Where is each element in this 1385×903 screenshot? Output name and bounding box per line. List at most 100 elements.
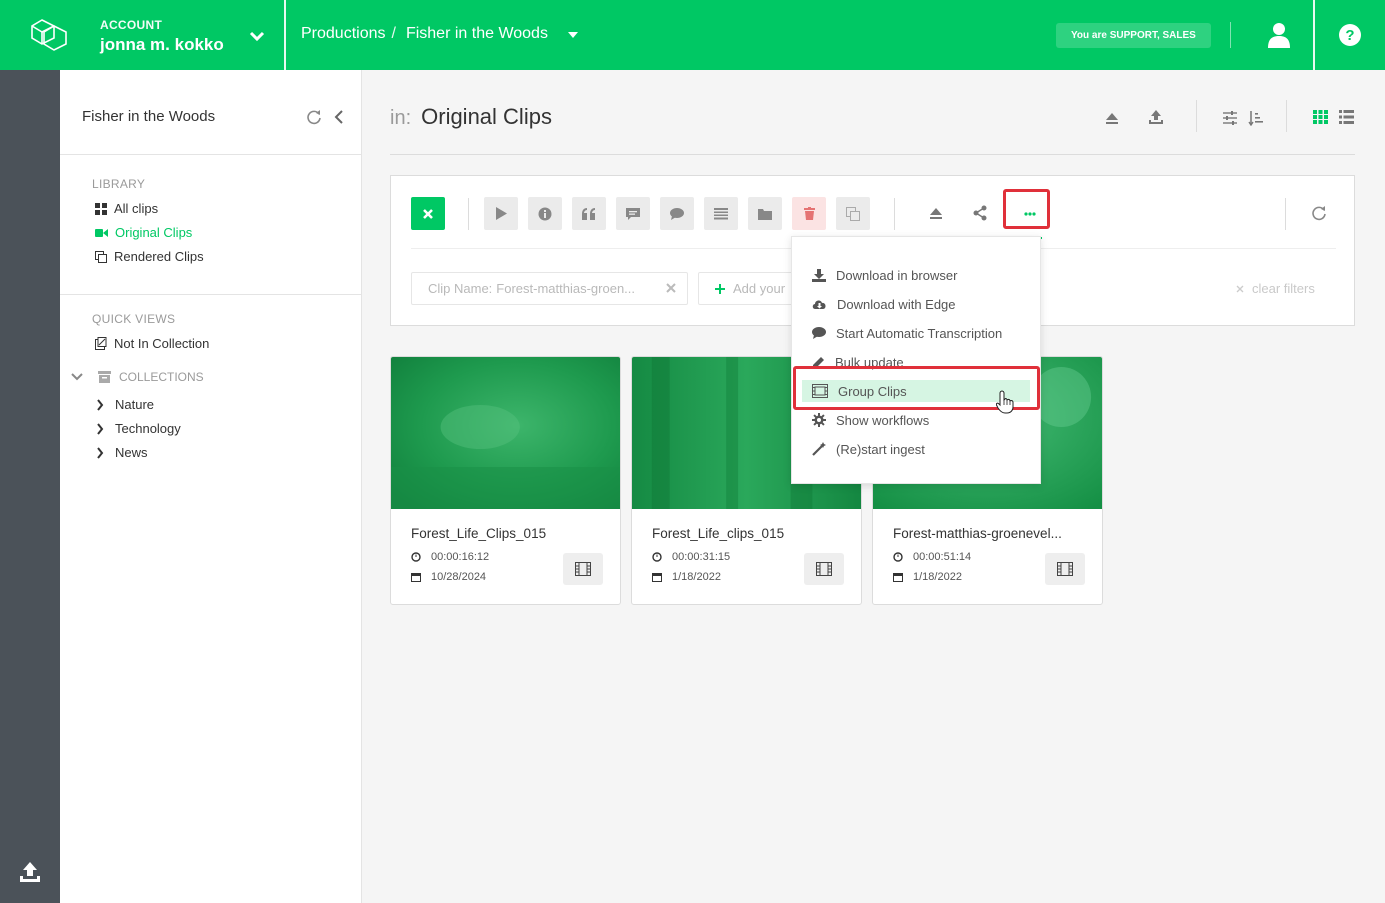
caret-down-icon[interactable] <box>567 32 578 38</box>
menu-item-start-automatic-transcription[interactable]: Start Automatic Transcription <box>812 322 1002 344</box>
toolbar-divider <box>1196 100 1197 132</box>
breadcrumb-current[interactable]: Fisher in the Woods <box>406 25 548 43</box>
clip-thumbnail[interactable] <box>391 357 620 509</box>
menu-item-label: (Re)start ingest <box>836 441 925 457</box>
chevron-down-icon[interactable] <box>70 372 84 382</box>
calendar-icon <box>893 573 903 582</box>
collection-item-news[interactable]: News <box>96 445 148 460</box>
grid-icon <box>95 202 107 215</box>
clip-date-value: 1/18/2022 <box>913 571 962 583</box>
help-icon[interactable]: ? <box>1338 23 1362 47</box>
left-rail <box>0 70 60 903</box>
page-title: in: Original Clips <box>390 104 552 130</box>
sidebar-title: Fisher in the Woods <box>82 108 216 125</box>
account-selector[interactable]: ACCOUNT jonna m. kokko <box>100 18 224 55</box>
menu-item-label: Download with Edge <box>837 296 956 312</box>
clip-date-value: 10/28/2024 <box>431 571 487 583</box>
sidebar-item-label: All clips <box>114 201 159 216</box>
eject-icon[interactable] <box>928 205 944 221</box>
clip-duration: 00:00:51:14 <box>893 551 971 563</box>
info-icon <box>538 207 552 220</box>
sidebar-item-label: Not In Collection <box>114 336 210 351</box>
chevron-right-icon[interactable] <box>96 422 104 435</box>
svg-text:?: ? <box>1345 27 1354 44</box>
plus-icon <box>715 283 725 294</box>
sidebar-item-all-clips[interactable]: All clips <box>95 201 158 216</box>
collections-header[interactable]: COLLECTIONS <box>70 370 204 384</box>
user-icon[interactable] <box>1267 22 1291 48</box>
grid-view-icon[interactable] <box>1313 110 1328 124</box>
info-button[interactable] <box>528 197 562 230</box>
filter-chip-clip-name[interactable]: Clip Name: Forest-matthias-groen... <box>411 272 688 305</box>
calendar-icon <box>411 573 421 582</box>
refresh-icon[interactable] <box>1311 205 1327 221</box>
clip-film-button[interactable] <box>804 553 844 585</box>
not-in-collection-icon <box>95 337 107 350</box>
chevron-left-icon[interactable] <box>332 109 346 125</box>
menu-item-download-in-browser[interactable]: Download in browser <box>812 264 957 286</box>
collections-label: COLLECTIONS <box>119 370 204 384</box>
menu-item-restart-ingest[interactable]: (Re)start ingest <box>812 438 925 460</box>
breadcrumb-productions[interactable]: Productions <box>301 25 386 43</box>
play-button[interactable] <box>484 197 518 230</box>
menu-item-show-workflows[interactable]: Show workflows <box>812 409 929 431</box>
in-label: in: <box>390 107 412 129</box>
film-icon <box>1057 562 1073 576</box>
collection-item-nature[interactable]: Nature <box>96 397 154 412</box>
quote-button[interactable] <box>572 197 606 230</box>
clock-icon <box>893 552 903 562</box>
refresh-icon[interactable] <box>306 109 322 125</box>
account-name[interactable]: jonna m. kokko <box>100 35 224 55</box>
video-camera-icon <box>95 228 108 237</box>
sidebar-item-label: Rendered Clips <box>114 249 204 264</box>
share-icon[interactable] <box>973 205 987 221</box>
chevron-down-icon[interactable] <box>247 26 267 46</box>
header-divider <box>390 154 1355 155</box>
top-bar: ACCOUNT jonna m. kokko Productions / Fis… <box>0 0 1385 70</box>
chevron-right-icon[interactable] <box>96 446 104 459</box>
sidebar-divider <box>60 154 361 155</box>
page-title-text: Original Clips <box>421 104 552 129</box>
chevron-right-icon[interactable] <box>96 398 104 411</box>
clip-duration-value: 00:00:51:14 <box>913 551 972 563</box>
sidebar-item-original-clips[interactable]: Original Clips <box>95 225 192 240</box>
film-icon <box>575 562 591 576</box>
delete-button[interactable] <box>792 197 826 230</box>
sliders-icon[interactable] <box>1222 110 1238 126</box>
list-view-icon[interactable] <box>1339 110 1354 124</box>
sidebar-item-label: Original Clips <box>115 225 193 240</box>
deselect-button[interactable] <box>411 197 445 230</box>
menu-item-label: Start Automatic Transcription <box>836 325 1003 341</box>
upload-icon[interactable] <box>19 860 41 884</box>
menu-item-download-with-edge[interactable]: Download with Edge <box>812 293 956 315</box>
trash-icon <box>803 207 815 220</box>
folder-button[interactable] <box>748 197 782 230</box>
eject-icon[interactable] <box>1104 110 1120 126</box>
copy-icon <box>846 206 860 221</box>
logo-icon[interactable] <box>30 18 70 52</box>
sort-icon[interactable] <box>1248 110 1264 126</box>
quick-views-label: QUICK VIEWS <box>92 312 176 326</box>
comment-button[interactable] <box>616 197 650 230</box>
clear-filters-button[interactable]: clear filters <box>1236 281 1315 296</box>
comments-button[interactable] <box>660 197 694 230</box>
clip-film-button[interactable] <box>563 553 603 585</box>
collection-item-technology[interactable]: Technology <box>96 421 181 436</box>
clip-film-button[interactable] <box>1045 553 1085 585</box>
upload-icon[interactable] <box>1148 109 1164 125</box>
comment-icon <box>626 207 640 220</box>
close-icon[interactable] <box>665 282 677 294</box>
duplicate-button[interactable] <box>836 197 870 230</box>
sidebar-item-not-in-collection[interactable]: Not In Collection <box>95 336 209 351</box>
cloud-download-icon <box>812 300 826 309</box>
clip-date: 1/18/2022 <box>652 571 721 583</box>
sidebar-item-rendered-clips[interactable]: Rendered Clips <box>95 249 204 264</box>
clip-card[interactable]: Forest_Life_Clips_015 00:00:16:12 10/28/… <box>390 356 621 605</box>
header-divider <box>1230 22 1231 48</box>
more-button-highlight <box>1003 189 1050 229</box>
collection-label: Technology <box>115 421 181 436</box>
clip-name: Forest-matthias-groenevel... <box>893 526 1062 541</box>
clip-duration-value: 00:00:16:12 <box>431 551 490 563</box>
list-button[interactable] <box>704 197 738 230</box>
toolbar-divider <box>1286 100 1287 132</box>
